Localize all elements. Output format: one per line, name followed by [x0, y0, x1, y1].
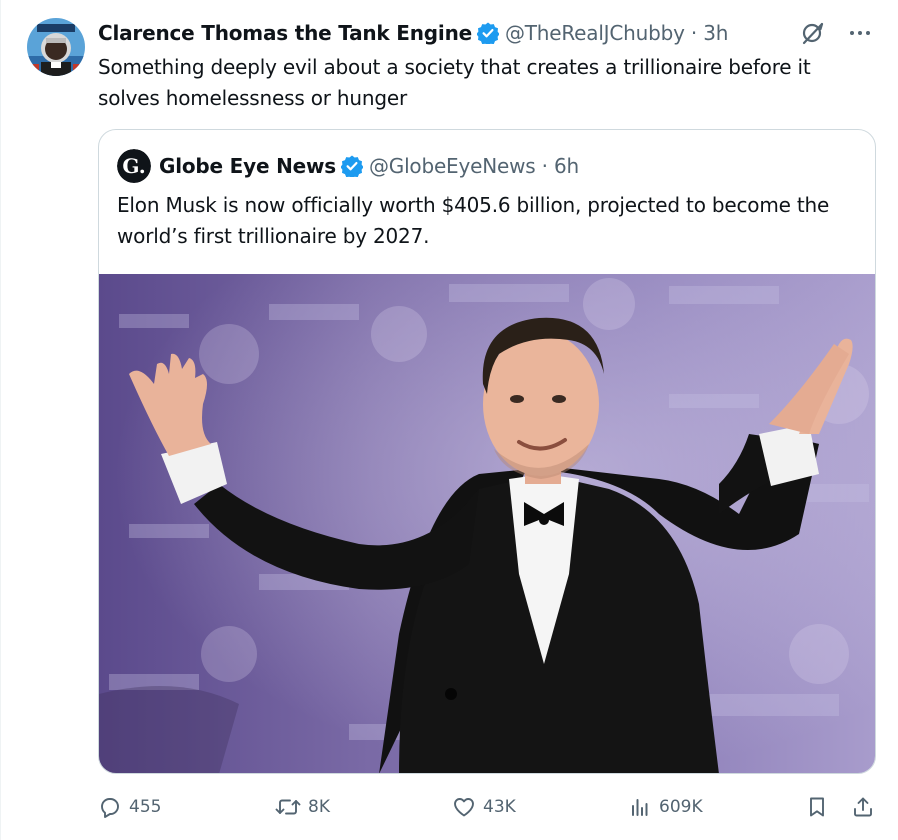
- tweet-actions-bar: 455 8K 43K 609K: [98, 792, 878, 822]
- avatar-image: [27, 18, 85, 76]
- author-name[interactable]: Clarence Thomas the Tank Engine: [98, 21, 472, 45]
- logo-letter: G.: [122, 154, 145, 178]
- quoted-tweet-header: G. Globe Eye News @GlobeEyeNews · 6h: [117, 149, 579, 183]
- verified-badge-icon: [340, 155, 363, 177]
- repost-button[interactable]: 8K: [275, 792, 330, 822]
- header-actions: [800, 20, 872, 46]
- views-button[interactable]: 609K: [628, 792, 703, 822]
- like-count: 43K: [483, 797, 516, 817]
- analytics-icon: [632, 799, 648, 816]
- share-icon: [854, 797, 872, 817]
- separator-dot: ·: [684, 21, 704, 45]
- like-button[interactable]: 43K: [452, 792, 516, 822]
- photo-man-in-tuxedo-arms-raised: [99, 274, 875, 773]
- tweet-text: Something deeply evil about a society th…: [98, 55, 811, 110]
- globe-eye-logo[interactable]: G.: [117, 149, 151, 183]
- repost-count: 8K: [308, 797, 330, 817]
- tweet-time[interactable]: 3h: [703, 21, 728, 45]
- tweet-card[interactable]: Clarence Thomas the Tank Engine @TheReal…: [0, 0, 898, 840]
- author-avatar[interactable]: [27, 18, 85, 76]
- quoted-author-handle[interactable]: @GlobeEyeNews: [369, 154, 536, 178]
- verified-badge-icon: [476, 22, 499, 44]
- separator-dot: ·: [535, 154, 554, 178]
- tweet-header: Clarence Thomas the Tank Engine @TheReal…: [98, 19, 728, 47]
- view-count: 609K: [659, 797, 703, 817]
- heart-icon: [454, 798, 474, 817]
- repost-icon: [275, 799, 301, 815]
- bookmark-icon: [810, 797, 824, 817]
- reply-button[interactable]: 455: [98, 792, 161, 822]
- bookmark-button[interactable]: [805, 792, 836, 822]
- quoted-author-name[interactable]: Globe Eye News: [159, 154, 336, 178]
- quoted-tweet-text: Elon Musk is now officially worth $405.6…: [117, 193, 830, 248]
- more-options-icon[interactable]: [848, 21, 872, 45]
- quoted-tweet-time[interactable]: 6h: [554, 154, 579, 178]
- quoted-tweet[interactable]: G. Globe Eye News @GlobeEyeNews · 6h Elo…: [98, 129, 876, 774]
- grok-icon[interactable]: [800, 20, 826, 46]
- author-handle[interactable]: @TheRealJChubby: [505, 21, 685, 45]
- reply-count: 455: [129, 797, 162, 817]
- share-button[interactable]: [851, 792, 882, 822]
- reply-icon: [101, 798, 119, 818]
- quoted-tweet-image[interactable]: [99, 274, 875, 773]
